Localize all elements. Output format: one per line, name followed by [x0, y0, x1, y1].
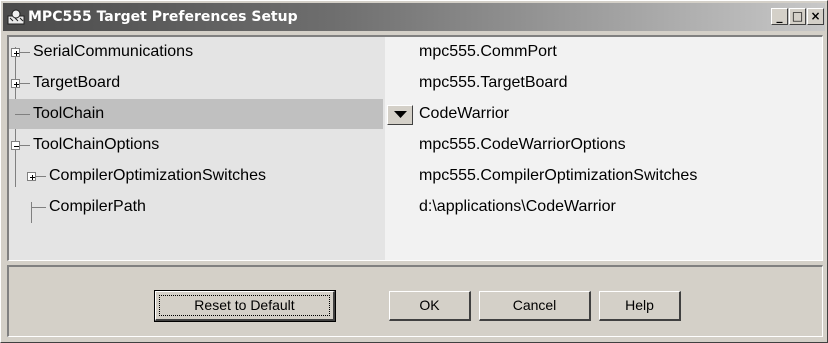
chevron-down-icon	[394, 111, 407, 118]
toolchain-dropdown-button[interactable]	[387, 105, 413, 125]
tree-row-compiler-path[interactable]: CompilerPath d:\applications\CodeWarrior	[9, 192, 822, 223]
tree-connector-line	[20, 83, 30, 84]
property-tree[interactable]: SerialCommunications mpc555.CommPort Tar…	[7, 35, 823, 261]
tree-row-target-board[interactable]: TargetBoard mpc555.TargetBoard	[9, 68, 822, 99]
preferences-window: MPC555 Target Preferences Setup _ □ × Se…	[0, 0, 828, 343]
cancel-button-label: Cancel	[512, 297, 557, 313]
tree-connector-line	[20, 145, 30, 146]
tree-row-label: SerialCommunications	[33, 43, 194, 60]
tree-connector-line	[20, 52, 30, 53]
tree-row-value[interactable]: d:\applications\CodeWarrior	[419, 198, 616, 216]
help-button-label: Help	[625, 297, 654, 313]
expand-plus-icon[interactable]	[27, 172, 36, 181]
expand-plus-icon[interactable]	[11, 79, 20, 88]
tree-row-label: TargetBoard	[33, 74, 121, 91]
collapse-minus-icon[interactable]	[11, 141, 20, 150]
tree-row-value[interactable]: mpc555.CodeWarriorOptions	[419, 136, 626, 154]
tree-connector-line	[36, 176, 46, 177]
tree-row-empty	[9, 223, 822, 254]
close-icon: ×	[810, 9, 821, 23]
ok-button-label: OK	[419, 297, 440, 313]
tree-row-label: CompilerOptimizationSwitches	[49, 167, 266, 184]
minimize-button[interactable]: _	[771, 8, 788, 25]
tree-row-value[interactable]: mpc555.CompilerOptimizationSwitches	[419, 167, 697, 185]
tree-row-label: ToolChain	[33, 105, 105, 122]
tree-row-serial-communications[interactable]: SerialCommunications mpc555.CommPort	[9, 37, 822, 68]
tree-row-value[interactable]: mpc555.CommPort	[419, 43, 557, 61]
toolchain-select-value[interactable]: CodeWarrior	[419, 105, 509, 123]
tree-connector-line	[15, 114, 30, 115]
tree-row-tool-chain-options[interactable]: ToolChainOptions mpc555.CodeWarriorOptio…	[9, 130, 822, 161]
title-bar[interactable]: MPC555 Target Preferences Setup _ □ ×	[3, 3, 825, 31]
close-button[interactable]: ×	[807, 8, 824, 25]
cancel-button[interactable]: Cancel	[479, 291, 591, 321]
app-icon	[7, 9, 25, 25]
tree-row-compiler-optimization-switches[interactable]: CompilerOptimizationSwitches mpc555.Comp…	[9, 161, 822, 192]
button-panel: Reset to Default OK Cancel Help	[7, 265, 823, 337]
tree-row-label: CompilerPath	[49, 198, 146, 215]
expand-plus-icon[interactable]	[11, 48, 20, 57]
reset-to-default-button[interactable]: Reset to Default	[154, 290, 336, 322]
window-title: MPC555 Target Preferences Setup	[28, 9, 298, 25]
minimize-icon: _	[776, 9, 783, 23]
maximize-button[interactable]: □	[789, 8, 806, 25]
focus-rectangle	[159, 295, 330, 316]
tree-row-key-cell	[9, 223, 383, 253]
ok-button[interactable]: OK	[389, 291, 471, 321]
help-button[interactable]: Help	[599, 291, 681, 321]
tree-connector-line	[31, 207, 46, 208]
tree-row-tool-chain[interactable]: ToolChain CodeWarrior	[9, 99, 822, 130]
tree-row-value[interactable]: mpc555.TargetBoard	[419, 74, 568, 92]
maximize-icon: □	[791, 9, 804, 23]
tree-row-label: ToolChainOptions	[33, 136, 160, 153]
